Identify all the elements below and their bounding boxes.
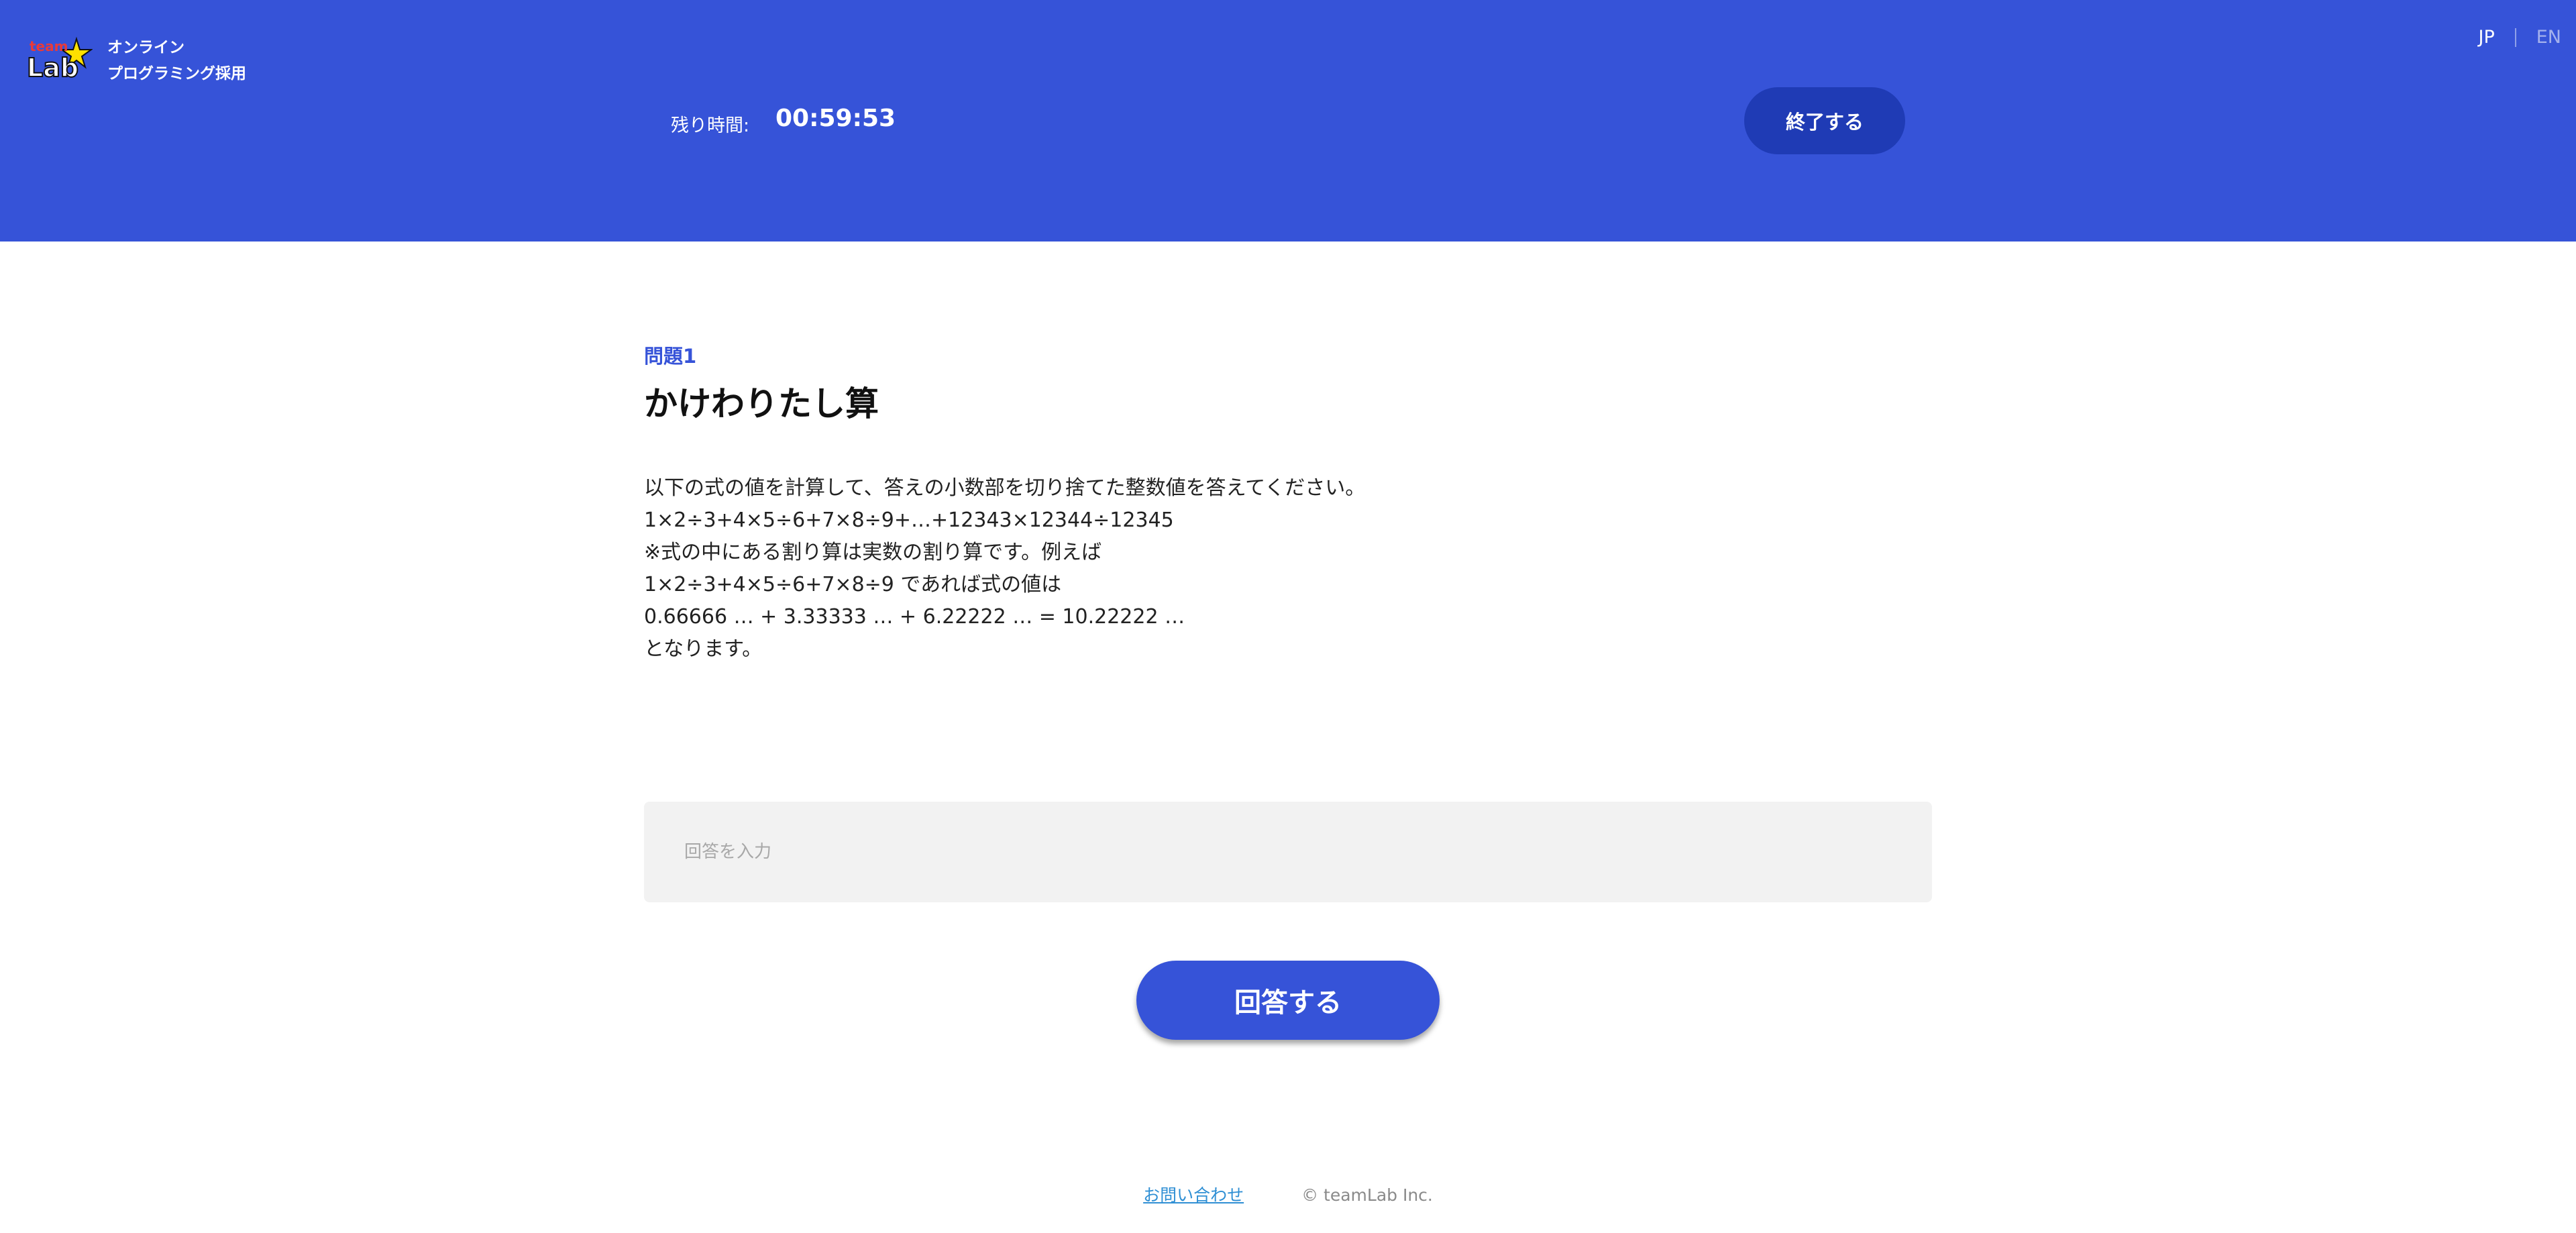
svg-text:Lab: Lab — [27, 53, 78, 83]
teamlab-logo[interactable]: team Lab — [25, 35, 93, 83]
problem-line: 1×2÷3+4×5÷6+7×8÷9+…+12343×12344÷12345 — [644, 508, 1174, 532]
submit-answer-button[interactable]: 回答する — [1136, 961, 1440, 1040]
timer-label: 残り時間: — [671, 115, 750, 136]
brand-title: オンライン プログラミング採用 — [107, 35, 246, 87]
brand-line-1: オンライン — [107, 39, 184, 56]
end-test-button[interactable]: 終了する — [1744, 87, 1905, 154]
footer: お問い合わせ © teamLab Inc. — [0, 1182, 2576, 1206]
lang-jp-link[interactable]: JP — [2478, 27, 2494, 48]
problem-line: 1×2÷3+4×5÷6+7×8÷9 であれば式の値は — [644, 573, 1062, 596]
lang-divider — [2514, 28, 2516, 47]
copyright-text: © teamLab Inc. — [1301, 1185, 1433, 1205]
svg-text:team: team — [30, 38, 68, 54]
answer-input[interactable] — [644, 802, 1932, 902]
lang-en-link[interactable]: EN — [2536, 27, 2561, 48]
problem-number: 問題1 — [644, 345, 697, 368]
language-switcher: JP EN — [2478, 27, 2561, 48]
problem-line: ※式の中にある割り算は実数の割り算です。例えば — [644, 541, 1102, 564]
problem-line: 0.66666 … + 3.33333 … + 6.22222 … = 10.2… — [644, 605, 1185, 629]
brand-line-2: プログラミング採用 — [107, 65, 246, 83]
problem-title: かけわりたし算 — [644, 384, 879, 423]
header: team Lab オンライン プログラミング採用 JP EN 残り時間: 00:… — [0, 0, 2576, 242]
problem-description: 以下の式の値を計算して、答えの小数部を切り捨てた整数値を答えてください。 1×2… — [644, 472, 1932, 665]
problem-line: 以下の式の値を計算して、答えの小数部を切り捨てた整数値を答えてください。 — [644, 476, 1366, 500]
contact-link[interactable]: お問い合わせ — [1143, 1185, 1244, 1205]
timer-value: 00:59:53 — [775, 105, 896, 132]
problem-line: となります。 — [644, 637, 763, 661]
